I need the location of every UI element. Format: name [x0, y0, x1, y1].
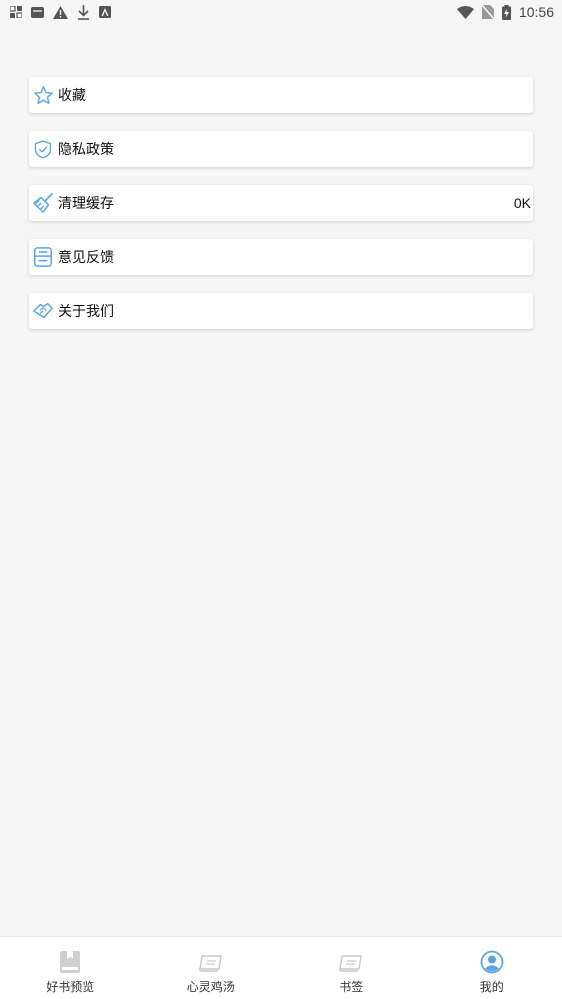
menu-item-clear-cache[interactable]: 清理缓存 0K: [29, 185, 533, 221]
menu-item-label: 收藏: [58, 88, 86, 104]
wifi-icon: [456, 5, 474, 19]
tab-chicken-soup[interactable]: 心灵鸡汤: [141, 937, 282, 999]
tab-mine[interactable]: 我的: [422, 937, 562, 999]
status-bar: 10:56: [0, 0, 562, 24]
menu-item-label: 隐私政策: [58, 142, 114, 158]
warning-icon: [53, 5, 68, 19]
no-sim-icon: [481, 5, 494, 19]
bookmark-note-icon: [338, 949, 364, 975]
tab-label: 好书预览: [46, 980, 95, 994]
shield-check-icon: [32, 138, 54, 160]
menu-item-about-us[interactable]: 关于我们: [29, 293, 533, 329]
tab-label: 我的: [479, 980, 504, 994]
download-icon: [77, 4, 90, 20]
status-right-icons: 10:56: [456, 4, 554, 20]
notification-grid-icon: [10, 6, 22, 18]
bottom-tab-bar: 好书预览 心灵鸡汤 书签 我的: [0, 936, 562, 999]
menu-item-label: 关于我们: [58, 304, 114, 320]
cache-size-value: 0K: [513, 195, 531, 211]
feedback-box-icon: [32, 246, 54, 268]
menu-item-label: 意见反馈: [58, 250, 114, 266]
a-icon: [99, 6, 111, 18]
book-icon: [57, 949, 83, 975]
note-icon: [198, 949, 224, 975]
message-icon: [31, 6, 44, 18]
menu-item-privacy-policy[interactable]: 隐私政策: [29, 131, 533, 167]
menu-item-feedback[interactable]: 意见反馈: [29, 239, 533, 275]
tab-label: 心灵鸡汤: [186, 980, 235, 994]
menu-item-favorites[interactable]: 收藏: [29, 77, 533, 113]
tab-bookmarks[interactable]: 书签: [281, 937, 422, 999]
tab-label: 书签: [339, 980, 364, 994]
broom-icon: [32, 192, 54, 214]
status-left-icons: [10, 4, 111, 20]
star-icon: [32, 84, 54, 106]
battery-charging-icon: [501, 4, 511, 20]
settings-menu: 收藏 隐私政策 清理缓存 0K 意见反馈 关于我们: [29, 77, 533, 347]
menu-item-label: 清理缓存: [58, 196, 114, 212]
handshake-icon: [32, 300, 54, 322]
tab-book-preview[interactable]: 好书预览: [0, 937, 141, 999]
status-time: 10:56: [518, 4, 554, 20]
profile-icon: [479, 949, 505, 975]
